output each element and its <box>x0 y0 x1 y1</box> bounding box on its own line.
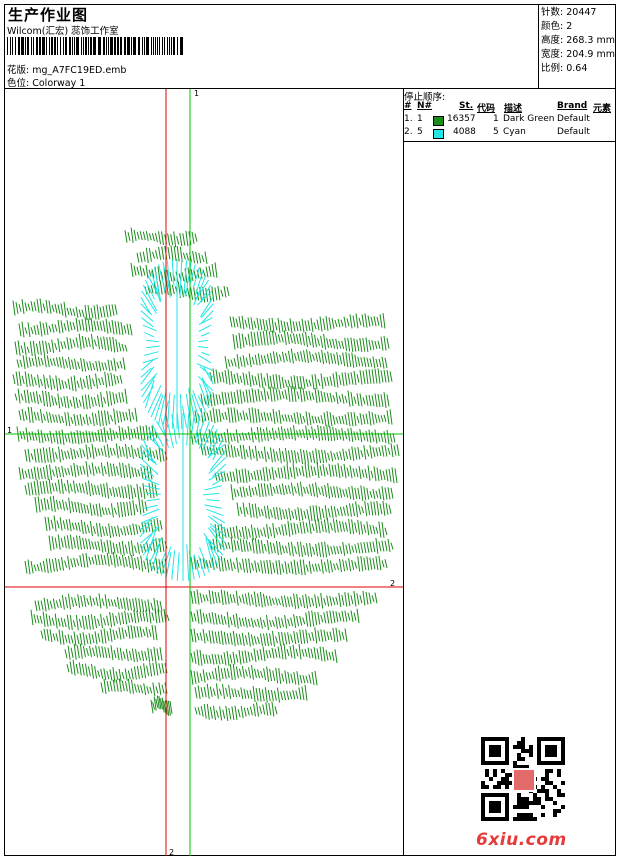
stop-sequence-table: # N# St. 代码 描述 Brand 元素 1. 1 16357 1 Dar… <box>403 101 616 140</box>
table-row: 1. 1 16357 1 Dark Green Default <box>404 114 590 126</box>
header-stats-divider <box>538 4 539 88</box>
table-row: 2. 5 4088 5 Cyan Default <box>404 127 590 139</box>
color-swatch <box>433 129 444 139</box>
col-needle: N# <box>417 101 433 111</box>
watermark-brand: 6xiu.com <box>476 830 567 850</box>
table-header: # N# St. 代码 描述 Brand 元素 <box>403 101 616 114</box>
axis-label: 1 <box>194 89 199 98</box>
color-swatch <box>433 116 444 126</box>
axis-label: 2 <box>169 848 174 856</box>
col-description: 描述 <box>504 104 523 114</box>
axis-label: 1 <box>7 426 12 435</box>
embroidery-canvas: 1 1 2 2 <box>5 89 403 856</box>
col-brand: Brand <box>557 101 588 111</box>
col-element: 元素 <box>593 104 612 114</box>
axis-label: 2 <box>390 579 395 588</box>
stat-stitches: 针数: 20447 <box>541 7 597 18</box>
page-title: 生产作业图 <box>8 6 89 24</box>
panel-divider <box>403 88 404 856</box>
studio-name: Wilcom(汇宏) 蕊饰工作室 <box>7 26 119 37</box>
colorway-label: 色位: <box>7 78 30 89</box>
design-filename-line: 花版: mg_A7FC19ED.emb <box>7 62 126 76</box>
col-code: 代码 <box>477 104 496 114</box>
stat-height: 高度: 268.3 mm <box>541 35 615 46</box>
colorway-value: Colorway 1 <box>32 78 86 89</box>
table-divider <box>403 141 616 142</box>
stat-colors: 颜色: 2 <box>541 21 573 32</box>
qr-code-icon <box>481 737 565 821</box>
colorway-line: 色位: Colorway 1 <box>7 75 85 89</box>
col-stitches: St. <box>459 101 474 111</box>
col-index: # <box>404 101 412 111</box>
stat-width: 宽度: 204.9 mm <box>541 49 615 60</box>
green-fern-stitching <box>12 227 400 721</box>
design-stats: 针数: 20447 颜色: 2 高度: 268.3 mm 宽度: 204.9 m… <box>541 6 615 76</box>
stat-scale: 比例: 0.64 <box>541 63 588 74</box>
cyan-leaf-stitching <box>139 259 227 581</box>
barcode <box>7 37 183 55</box>
